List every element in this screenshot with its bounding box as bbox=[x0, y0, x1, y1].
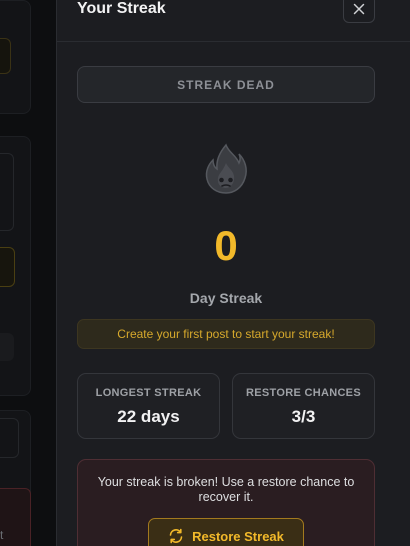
background-field bbox=[0, 418, 19, 458]
modal-header: Your Streak bbox=[57, 0, 410, 42]
stat-label: LONGEST STREAK bbox=[95, 387, 202, 399]
restore-chances-card: RESTORE CHANCES 3/3 bbox=[232, 373, 375, 439]
refresh-icon bbox=[169, 528, 183, 544]
close-icon bbox=[353, 3, 365, 15]
background-alert bbox=[0, 488, 31, 546]
streak-hint: Create your first post to start your str… bbox=[77, 319, 375, 349]
flame-icon bbox=[205, 143, 247, 194]
page: t Your Streak STREAK DEAD 0 Day Streak C… bbox=[0, 0, 410, 546]
streak-status-badge: STREAK DEAD bbox=[77, 66, 375, 103]
streak-broken-alert: Your streak is broken! Use a restore cha… bbox=[77, 459, 375, 546]
background-button bbox=[0, 247, 15, 287]
background-panel bbox=[0, 153, 14, 231]
stat-value: 22 days bbox=[117, 407, 180, 426]
streak-count: 0 bbox=[214, 222, 238, 269]
background-button bbox=[0, 38, 11, 74]
background-text-fragment: t bbox=[0, 528, 4, 542]
restore-streak-button[interactable]: Restore Streak bbox=[148, 518, 304, 546]
streak-count-label: Day Streak bbox=[189, 290, 263, 306]
close-button[interactable] bbox=[343, 0, 375, 23]
longest-streak-card: LONGEST STREAK 22 days bbox=[77, 373, 220, 439]
streak-modal: Your Streak STREAK DEAD 0 Day Streak Cre… bbox=[56, 0, 410, 546]
background-field bbox=[0, 333, 14, 361]
stat-label: RESTORE CHANCES bbox=[246, 387, 361, 399]
modal-title: Your Streak bbox=[77, 0, 166, 17]
streak-broken-message: Your streak is broken! Use a restore cha… bbox=[97, 475, 355, 504]
restore-streak-label: Restore Streak bbox=[192, 528, 284, 544]
stat-value: 3/3 bbox=[291, 407, 316, 426]
